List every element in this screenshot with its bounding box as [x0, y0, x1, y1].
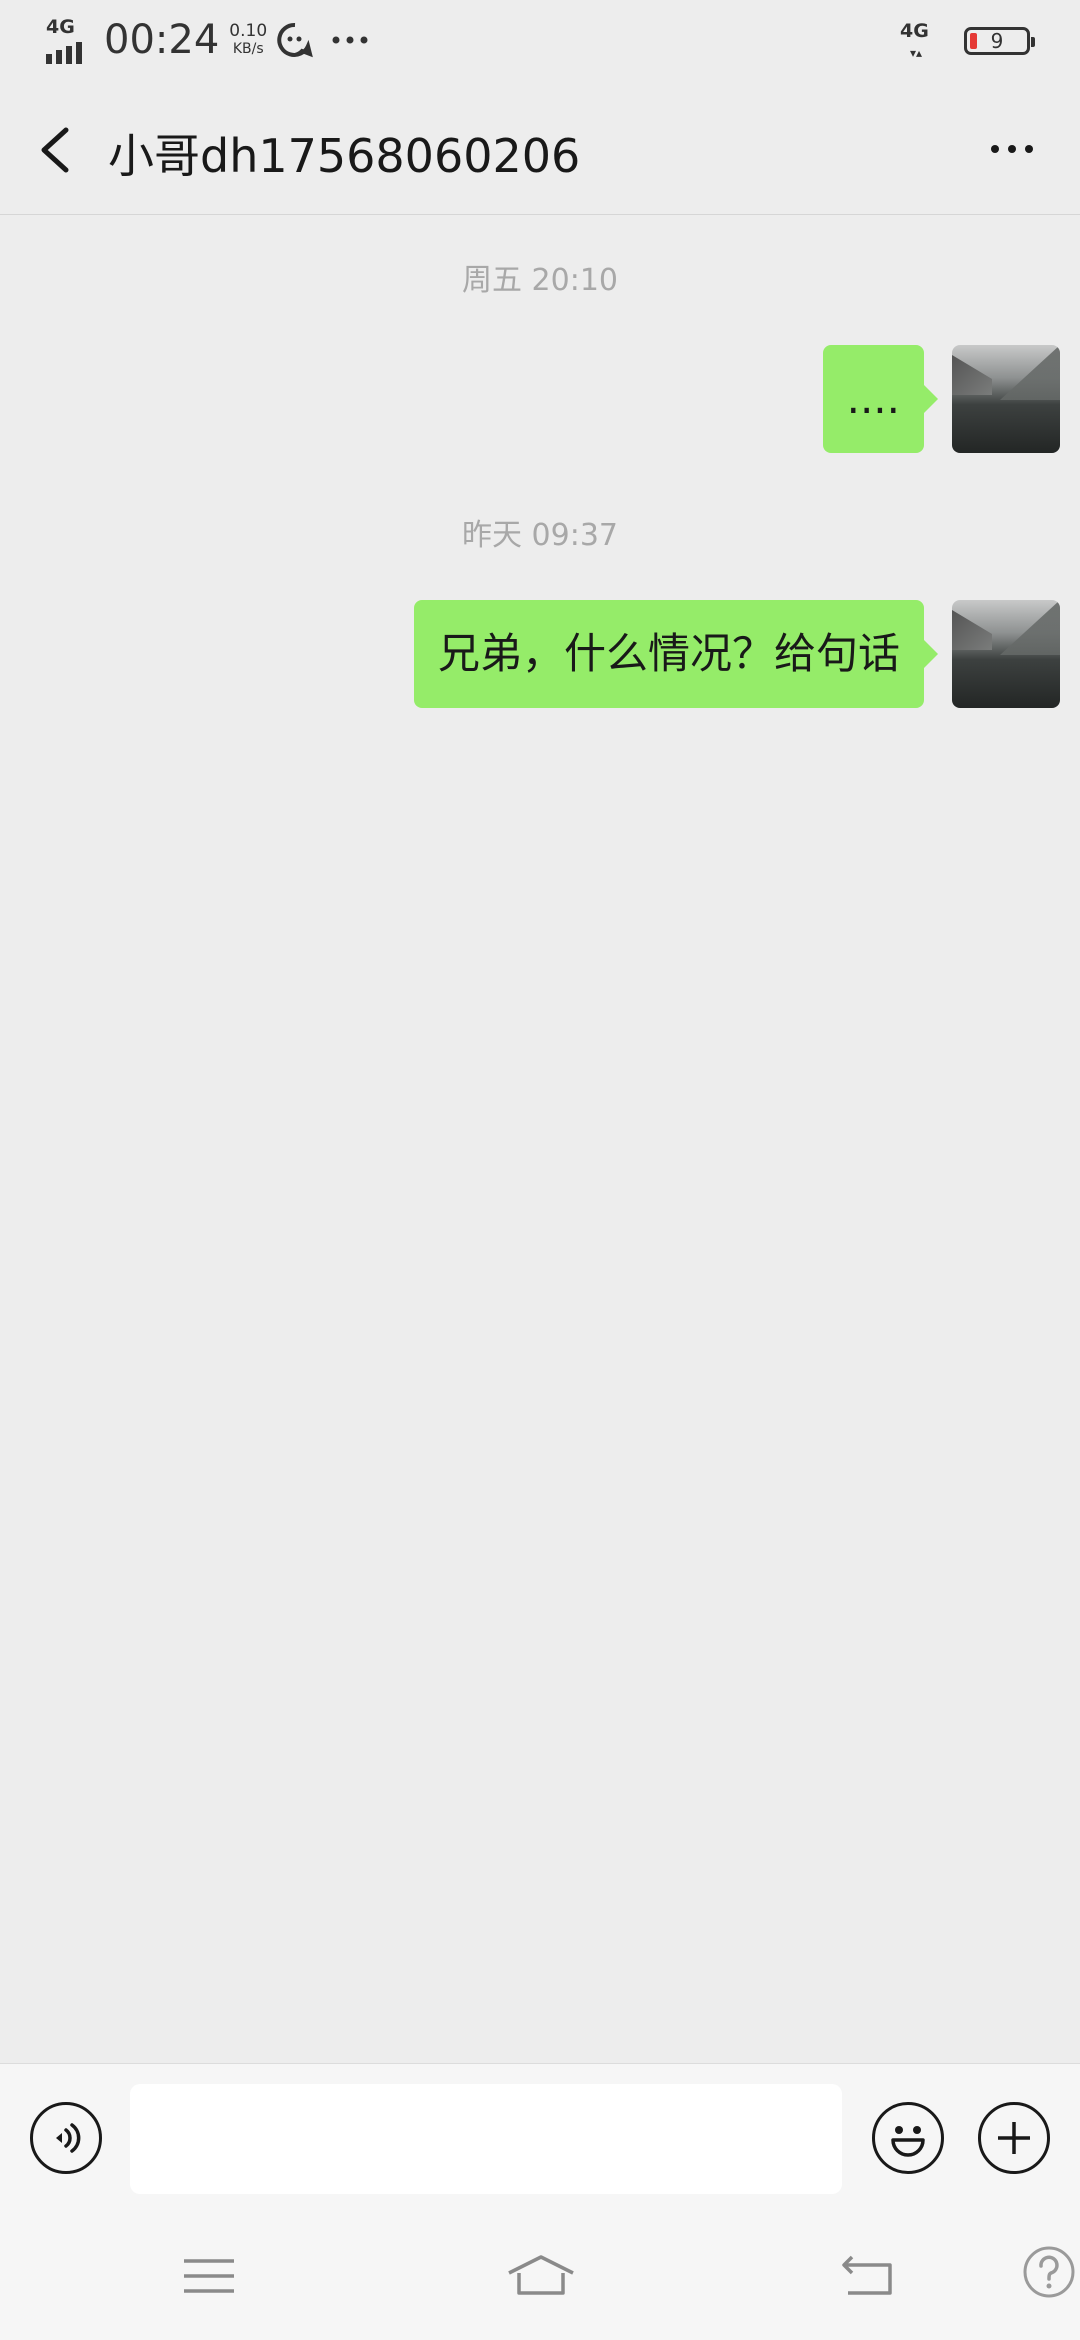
message-input[interactable] — [130, 2084, 842, 2194]
back-button[interactable] — [30, 114, 90, 184]
emoji-icon — [891, 2126, 925, 2157]
system-nav-bar — [0, 2213, 1080, 2340]
status-left: 4G 00:24 0.10 KB/s — [44, 16, 371, 64]
message-row: 兄弟，什么情况？给句话 — [413, 600, 1060, 708]
chat-header: 小哥dh17568060206 — [0, 84, 1080, 215]
status-right: 4G ▾▴ 9 — [900, 20, 1035, 62]
status-bar: 4G 00:24 0.10 KB/s 4G ▾▴ 9 — [0, 0, 1080, 84]
emoji-button[interactable] — [872, 2102, 944, 2174]
help-button[interactable] — [1022, 2245, 1076, 2303]
plus-icon — [998, 2122, 1030, 2154]
chevron-left-icon — [41, 127, 69, 173]
message-timestamp: 周五 20:10 — [462, 263, 618, 298]
message-list[interactable]: 周五 20:10 .... 昨天 09:37 兄弟，什么情况？给句话 — [0, 215, 1080, 2063]
speed-unit: KB/s — [232, 41, 264, 57]
more-dots-icon — [991, 145, 999, 153]
network-4g-icon: 4G ▾▴ — [900, 20, 929, 60]
plus-button[interactable] — [978, 2102, 1050, 2174]
message-row: .... — [822, 345, 1060, 453]
home-icon — [508, 2255, 574, 2295]
avatar[interactable] — [952, 345, 1060, 453]
network-label: 4G — [46, 16, 75, 38]
menu-icon — [184, 2259, 234, 2293]
network-speed: 0.10 KB/s — [229, 22, 267, 58]
speed-value: 0.10 — [229, 21, 268, 41]
more-button[interactable] — [972, 124, 1052, 174]
network-label-right: 4G — [900, 20, 929, 42]
return-icon — [842, 2255, 892, 2295]
chat-title: 小哥dh17568060206 — [108, 129, 581, 183]
status-time: 00:24 — [104, 17, 220, 63]
battery-icon: 9 — [964, 27, 1035, 55]
nav-back-button[interactable] — [840, 2251, 898, 2305]
chat-screen: 4G 00:24 0.10 KB/s 4G ▾▴ 9 小哥dh175680602… — [0, 0, 1080, 2340]
voice-icon — [56, 2123, 81, 2153]
message-timestamp: 昨天 09:37 — [462, 518, 618, 553]
nav-home-button[interactable] — [505, 2251, 577, 2305]
input-bar — [0, 2063, 1080, 2214]
message-bubble[interactable]: 兄弟，什么情况？给句话 — [413, 600, 939, 708]
nav-menu-button[interactable] — [182, 2251, 236, 2305]
battery-level: 9 — [990, 29, 1004, 53]
network-signal-icon: 4G — [44, 16, 94, 64]
more-notifications-icon — [332, 36, 368, 44]
help-icon — [1023, 2246, 1075, 2298]
avatar[interactable] — [952, 600, 1060, 708]
voice-button[interactable] — [30, 2102, 102, 2174]
assistant-icon — [277, 22, 314, 58]
message-bubble[interactable]: .... — [822, 345, 939, 453]
